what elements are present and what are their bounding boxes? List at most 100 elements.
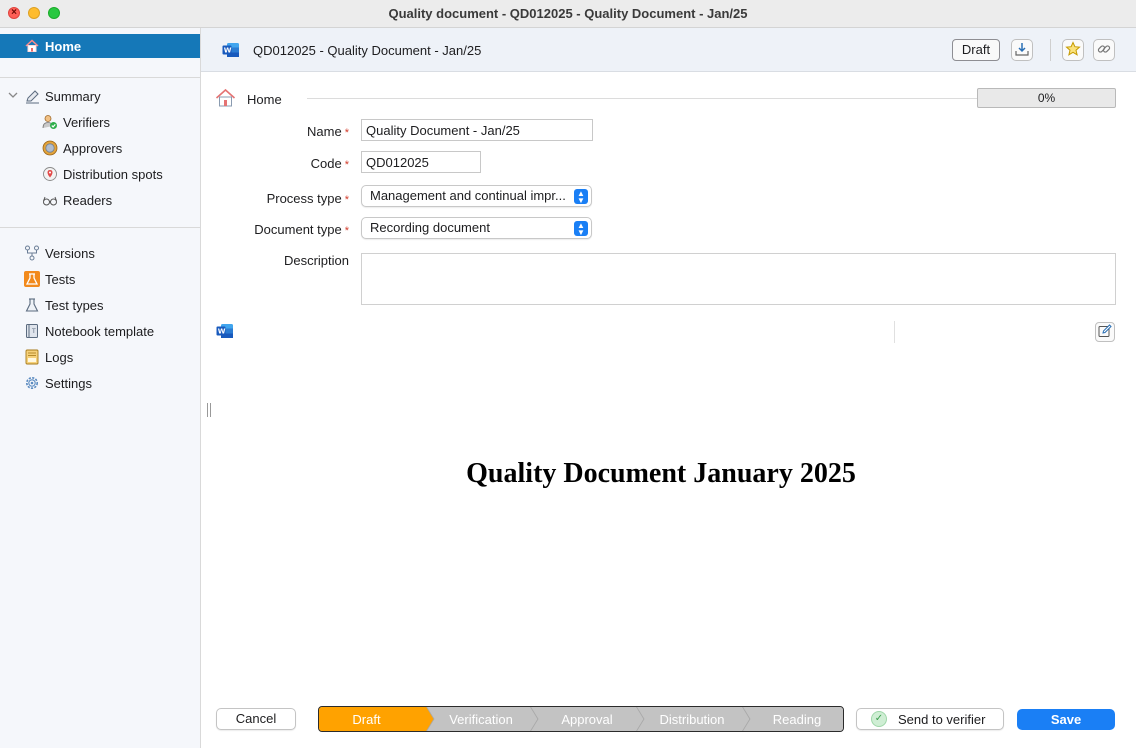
close-window-button[interactable] — [8, 7, 20, 19]
sidebar-item-label: Approvers — [63, 140, 123, 156]
sidebar-item-label: Summary — [45, 88, 101, 104]
required-marker: * — [344, 225, 349, 237]
toolbar-divider — [894, 321, 895, 343]
window-title: Quality document - QD012025 - Quality Do… — [388, 6, 748, 21]
workflow-step-reading: Reading — [772, 711, 822, 727]
document-title: QD012025 - Quality Document - Jan/25 — [253, 43, 482, 58]
code-input[interactable] — [361, 151, 481, 173]
workflow-step-distribution: Distribution — [659, 711, 725, 727]
process-type-value: Management and continual impr... — [370, 188, 566, 203]
sidebar-item-logs[interactable]: Logs — [24, 346, 73, 368]
sidebar: Home Summary Verifiers Approvers Distrib… — [0, 28, 201, 748]
sidebar-item-label: Notebook template — [45, 323, 155, 339]
svg-text:W: W — [218, 328, 226, 336]
sidebar-item-distribution-spots[interactable]: Distribution spots — [42, 163, 163, 185]
workflow-steps: Draft Verification Approval Distribution… — [318, 706, 844, 732]
sidebar-item-label: Distribution spots — [63, 166, 163, 182]
word-document-icon: W — [222, 42, 240, 58]
sidebar-item-label: Verifiers — [63, 114, 110, 130]
document-type-select[interactable]: Recording document ▲ ▼ — [361, 217, 592, 239]
save-button[interactable]: Save — [1017, 709, 1115, 730]
edit-document-button[interactable] — [1095, 322, 1115, 342]
home-icon[interactable] — [215, 88, 236, 111]
sidebar-item-label: Settings — [45, 375, 92, 391]
sidebar-item-label: Tests — [45, 271, 76, 287]
flask-icon — [24, 271, 40, 287]
breadcrumb-home-label[interactable]: Home — [247, 92, 282, 107]
sidebar-divider — [0, 227, 200, 228]
workflow-step-approval: Approval — [561, 711, 613, 727]
window-controls — [8, 7, 60, 19]
code-label: Code * — [209, 156, 349, 171]
select-arrows-icon: ▲ ▼ — [574, 189, 588, 205]
document-preview-title: Quality Document January 2025 — [466, 458, 856, 489]
home-icon — [24, 38, 40, 54]
send-to-verifier-button[interactable]: ✓ Send to verifier — [856, 708, 1004, 730]
sidebar-item-tests[interactable]: Tests — [24, 268, 75, 290]
splitter-handle[interactable] — [207, 403, 211, 417]
sidebar-item-summary[interactable]: Summary — [24, 85, 101, 107]
required-marker: * — [344, 194, 349, 206]
sidebar-item-label: Versions — [45, 245, 95, 261]
sidebar-item-settings[interactable]: Settings — [24, 372, 92, 394]
sidebar-item-label: Readers — [63, 192, 113, 208]
name-label-text: Name — [307, 124, 342, 139]
sidebar-item-versions[interactable]: Versions — [24, 242, 95, 264]
download-icon — [1014, 41, 1030, 60]
sidebar-item-notebook-template[interactable]: T Notebook template — [24, 320, 154, 342]
maximize-window-button[interactable] — [48, 7, 60, 19]
process-type-label: Process type * — [209, 191, 349, 206]
status-badge[interactable]: Draft — [952, 39, 1000, 61]
sidebar-item-approvers[interactable]: Approvers — [42, 137, 122, 159]
sidebar-item-test-types[interactable]: Test types — [24, 294, 104, 316]
download-button[interactable] — [1011, 39, 1033, 61]
gear-icon — [24, 375, 40, 391]
minimize-window-button[interactable] — [28, 7, 40, 19]
versions-icon — [24, 245, 40, 261]
location-pin-icon — [42, 166, 58, 182]
sidebar-item-label: Home — [45, 38, 82, 54]
required-marker: * — [344, 159, 349, 171]
link-icon — [1097, 42, 1111, 59]
required-marker: * — [344, 127, 349, 139]
sidebar-item-readers[interactable]: Readers — [42, 189, 112, 211]
progress-indicator: 0% — [977, 88, 1116, 108]
sidebar-item-home[interactable]: Home — [0, 34, 200, 58]
document-type-label-text: Document type — [254, 222, 342, 237]
title-bar: Quality document - QD012025 - Quality Do… — [0, 0, 1136, 28]
flask-outline-icon — [24, 297, 40, 313]
process-type-select[interactable]: Management and continual impr... ▲ ▼ — [361, 185, 592, 207]
notebook-icon: T — [24, 323, 40, 339]
main-panel: Home 0% Name* Code* Process type* Manage… — [201, 72, 1136, 748]
copy-link-button[interactable] — [1093, 39, 1115, 61]
breadcrumb-divider — [307, 98, 987, 99]
svg-text:T: T — [31, 328, 36, 335]
workflow-step-verification: Verification — [449, 711, 513, 727]
select-arrows-icon: ▲ ▼ — [574, 221, 588, 237]
name-input[interactable] — [361, 119, 593, 141]
process-type-label-text: Process type — [266, 191, 342, 206]
favorite-button[interactable] — [1062, 39, 1084, 61]
chevron-down-icon[interactable] — [8, 91, 18, 102]
edit-icon — [1098, 323, 1112, 341]
sidebar-divider — [0, 77, 200, 78]
document-header: W QD012025 - Quality Document - Jan/25 D… — [201, 28, 1136, 72]
user-check-icon — [42, 114, 58, 130]
check-circle-icon: ✓ — [871, 711, 887, 727]
sidebar-item-label: Logs — [45, 349, 74, 365]
app-window: Quality document - QD012025 - Quality Do… — [0, 0, 1136, 748]
cancel-button[interactable]: Cancel — [216, 708, 296, 730]
sidebar-item-verifiers[interactable]: Verifiers — [42, 111, 110, 133]
send-to-verifier-label: Send to verifier — [898, 711, 986, 727]
description-textarea[interactable] — [361, 253, 1116, 305]
star-icon — [1065, 40, 1081, 60]
pencil-icon — [24, 88, 40, 104]
seal-icon — [42, 140, 58, 156]
code-label-text: Code — [310, 156, 342, 171]
workflow-step-draft: Draft — [352, 711, 381, 727]
name-label: Name * — [209, 124, 349, 139]
header-divider — [1050, 39, 1051, 61]
svg-text:W: W — [224, 47, 232, 55]
document-type-label: Document type * — [209, 222, 349, 237]
description-label: Description — [283, 253, 349, 268]
